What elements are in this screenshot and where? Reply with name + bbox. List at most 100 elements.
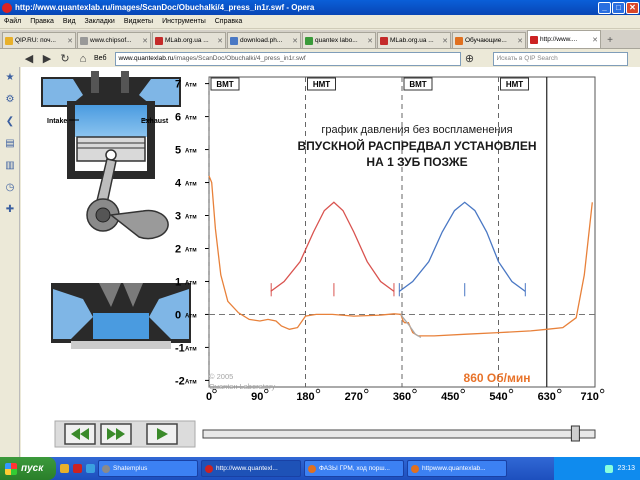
taskbar-items: Shatemplus http://www.quantexl... ФАЗЫ ГРМ… xyxy=(95,460,507,477)
menu-bar: Файл Правка Вид Закладки Виджеты Инструм… xyxy=(0,15,640,29)
close-button[interactable]: ✕ xyxy=(626,1,639,14)
play-button[interactable] xyxy=(146,423,178,445)
taskbar-button[interactable]: Shatemplus xyxy=(98,460,198,477)
history-icon[interactable]: ◷ xyxy=(0,177,20,199)
menu-view[interactable]: Вид xyxy=(63,18,76,25)
url-host: www.quantexlab.ru xyxy=(118,55,174,62)
taskbar-button[interactable]: http://www.quantexl... xyxy=(201,460,301,477)
tab-favicon-icon xyxy=(455,36,463,45)
degree-mark xyxy=(599,388,605,394)
search-input[interactable]: Искать в QIP Search xyxy=(492,51,628,66)
share-icon[interactable]: ❮ xyxy=(0,111,20,133)
x-tick-label: 360 xyxy=(393,391,411,403)
series-line xyxy=(270,201,395,292)
x-tick-label: 710 xyxy=(580,391,598,403)
window-title: http://www.quantexlab.ru/images/ScanDoc/… xyxy=(15,3,315,12)
browser-tab[interactable]: MLab.org.ua ... ✕ xyxy=(377,32,451,48)
menu-tools[interactable]: Инструменты xyxy=(162,18,206,25)
degree-mark xyxy=(557,388,562,394)
x-tick-label: 90 xyxy=(251,391,263,403)
x-tick-label: 450 xyxy=(441,391,459,403)
y-tick-unit: Атм xyxy=(185,215,197,221)
tab-favicon-icon xyxy=(305,36,313,45)
start-button[interactable]: пуск xyxy=(0,457,56,480)
home-icon[interactable]: ⌂ xyxy=(74,53,92,65)
y-tick-label: 0 xyxy=(175,309,181,321)
series-line xyxy=(400,314,422,339)
menu-widgets[interactable]: Виджеты xyxy=(124,18,153,25)
browser-tab[interactable]: QIP.RU: поч... ✕ xyxy=(2,32,76,48)
tab-close-icon[interactable]: ✕ xyxy=(442,37,448,45)
taskbar-button-label: Shatemplus xyxy=(113,465,148,472)
window-titlebar: http://www.quantexlab.ru/images/ScanDoc/… xyxy=(0,0,640,15)
tab-favicon-icon xyxy=(5,36,13,45)
web-button[interactable]: Веб xyxy=(94,55,107,62)
y-tick-unit: Атм xyxy=(185,247,197,253)
tab-close-icon[interactable]: ✕ xyxy=(592,36,598,44)
new-tab-button[interactable]: + xyxy=(602,34,618,48)
menu-file[interactable]: Файл xyxy=(4,18,21,25)
quicklaunch-qip-icon[interactable] xyxy=(60,464,69,473)
browser-tab[interactable]: www.chipsof... ✕ xyxy=(77,32,151,48)
tab-close-icon[interactable]: ✕ xyxy=(517,37,523,45)
browser-tab[interactable]: download.ph... ✕ xyxy=(227,32,301,48)
minimize-button[interactable]: _ xyxy=(598,1,611,14)
chart-title-line3: НА 1 ЗУБ ПОЗЖЕ xyxy=(366,155,467,169)
windows-taskbar: пуск Shatemplus http://www.quantexl... ФАЗ… xyxy=(0,457,640,480)
flash-content: Intake Exhaust 7 Атм 6 Атм 5 Атм 4 Атм 3 Атм 2 Атм 1… xyxy=(21,67,640,457)
browser-tab[interactable]: Обучающие... ✕ xyxy=(452,32,526,48)
tab-label: QIP.RU: поч... xyxy=(15,37,56,44)
back-icon[interactable]: ◀ xyxy=(20,52,38,65)
address-input[interactable]: www.quantexlab.ru/images/ScanDoc/Obuchal… xyxy=(114,51,461,66)
y-tick-label: 6 xyxy=(175,112,181,124)
marker-label: НМТ xyxy=(313,80,330,89)
notes-icon[interactable]: ▤ xyxy=(0,133,20,155)
tab-close-icon[interactable]: ✕ xyxy=(217,37,223,45)
x-tick-label: 270 xyxy=(345,391,363,403)
tab-label: download.ph... xyxy=(240,37,283,44)
search-engine-icon[interactable]: ⊕ xyxy=(461,52,479,65)
quicklaunch-ie-icon[interactable] xyxy=(86,464,95,473)
settings-gear-icon[interactable]: ⚙ xyxy=(0,89,20,111)
bookmarks-star-icon[interactable]: ★ xyxy=(0,67,20,89)
forward-icon[interactable]: ▶ xyxy=(38,52,56,65)
start-label: пуск xyxy=(21,463,44,474)
rewind-button[interactable] xyxy=(64,423,96,445)
x-tick-label: 630 xyxy=(538,391,556,403)
rpm-readout: 860 Об/мин xyxy=(464,371,531,385)
menu-help[interactable]: Справка xyxy=(215,18,242,25)
menu-edit[interactable]: Правка xyxy=(30,18,54,25)
progress-track[interactable] xyxy=(202,429,596,439)
taskbar-button[interactable]: httpwww.quantexlab... xyxy=(407,460,507,477)
chart-title-line2: ВПУСКНОЙ РАСПРЕДВАЛ УСТАНОВЛЕН xyxy=(297,138,536,153)
tab-close-icon[interactable]: ✕ xyxy=(67,37,73,45)
tray-network-icon[interactable] xyxy=(605,464,614,473)
copyright-year: © 2005 xyxy=(209,372,233,381)
menu-bookmarks[interactable]: Закладки xyxy=(85,18,115,25)
browser-tab[interactable]: quantex labo... ✕ xyxy=(302,32,376,48)
tab-close-icon[interactable]: ✕ xyxy=(142,37,148,45)
browser-tab[interactable]: http://www.... ✕ xyxy=(527,30,601,48)
series-line xyxy=(208,175,593,337)
tab-close-icon[interactable]: ✕ xyxy=(292,37,298,45)
transfers-icon[interactable]: ▥ xyxy=(0,155,20,177)
progress-slider-thumb[interactable] xyxy=(570,425,580,442)
taskbar-button-label: http://www.quantexl... xyxy=(216,465,278,472)
fast-forward-button[interactable] xyxy=(100,423,132,445)
tab-close-icon[interactable]: ✕ xyxy=(367,37,373,45)
y-tick-unit: Атм xyxy=(185,116,197,122)
taskbar-button[interactable]: ФАЗЫ ГРМ, ход порш... xyxy=(304,460,404,477)
x-tick-label: 540 xyxy=(489,391,507,403)
y-tick-label: 1 xyxy=(175,276,181,288)
maximize-button[interactable]: □ xyxy=(612,1,625,14)
marker-label: ВМТ xyxy=(216,80,233,89)
reload-icon[interactable]: ↻ xyxy=(56,52,74,65)
browser-tab[interactable]: MLab.org.ua ... ✕ xyxy=(152,32,226,48)
tab-label: http://www.... xyxy=(540,36,578,43)
add-panel-icon[interactable]: ✚ xyxy=(0,199,20,221)
series-line xyxy=(398,201,526,292)
tab-label: www.chipsof... xyxy=(90,37,132,44)
tab-favicon-icon xyxy=(80,36,88,45)
tab-favicon-icon xyxy=(230,36,238,45)
quicklaunch-opera-icon[interactable] xyxy=(73,464,82,473)
